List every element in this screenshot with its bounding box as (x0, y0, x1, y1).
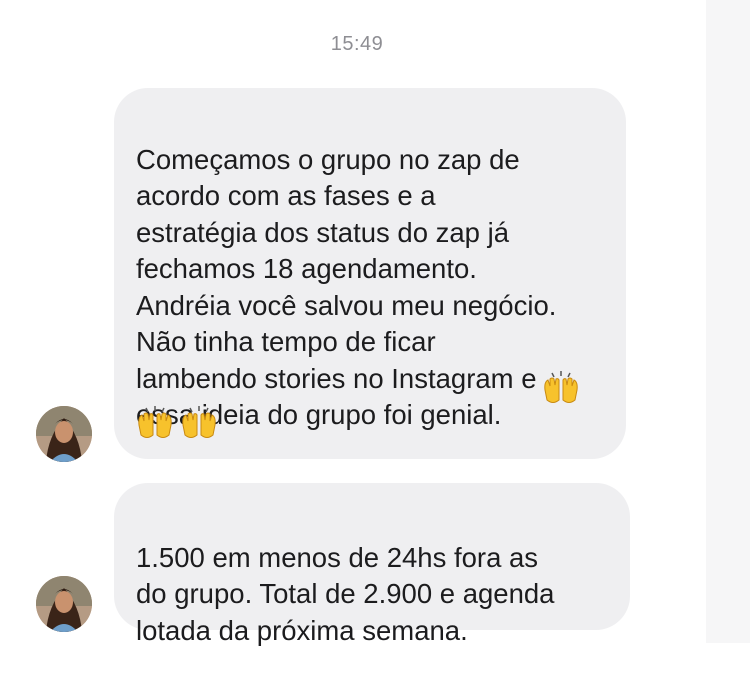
raising-hands-emoji (136, 405, 174, 441)
raising-hands-emoji (180, 405, 218, 441)
avatar-photo (36, 406, 92, 462)
message-bubble[interactable]: 1.500 em menos de 24hs fora as do grupo.… (114, 483, 630, 646)
raising-hands-emoji (542, 370, 580, 406)
right-edge-panel (706, 0, 750, 643)
avatar-photo (36, 576, 92, 632)
message-text: 1.500 em menos de 24hs fora as do grupo.… (136, 541, 555, 646)
avatar[interactable] (36, 406, 92, 462)
avatar[interactable] (36, 576, 92, 632)
message-text: Começamos o grupo no zap de acordo com a… (136, 143, 557, 431)
message-timestamp: 15:49 (330, 33, 384, 55)
